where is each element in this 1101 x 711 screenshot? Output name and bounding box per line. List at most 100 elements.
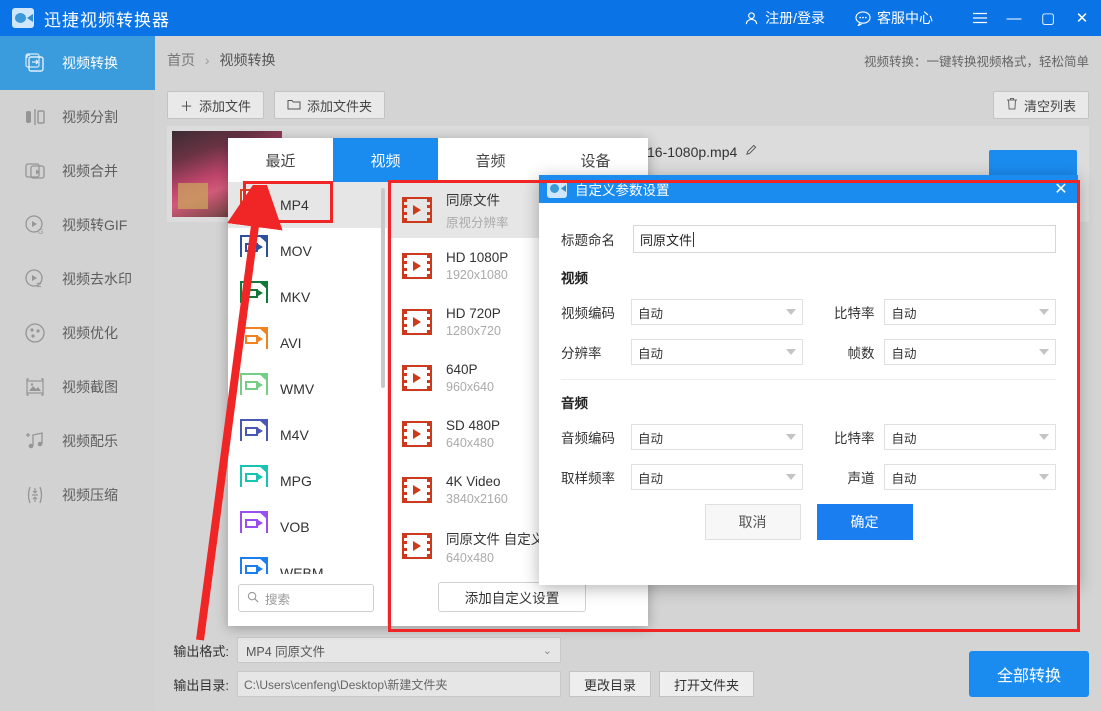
add-folder-button[interactable]: 添加文件夹 (274, 91, 386, 119)
title-name-row: 标题命名 同原文件 (561, 225, 1056, 253)
sidebar-item-label: 视频配乐 (62, 433, 118, 449)
video-bitrate-select[interactable]: 自动 (884, 299, 1056, 325)
format-item-mov[interactable]: MOV MOV (228, 228, 387, 274)
sidebar-item-video-screenshot[interactable]: 视频截图 (0, 360, 155, 414)
sidebar-item-video-split[interactable]: 视频分割 (0, 90, 155, 144)
chevron-down-icon (1039, 309, 1049, 315)
film-icon (402, 197, 432, 223)
sidebar-item-video-convert[interactable]: 视频转换 (0, 36, 155, 90)
breadcrumb-separator: › (204, 52, 210, 68)
samplerate-value: 自动 (638, 471, 664, 486)
title-bar: 迅捷视频转换器 注册/登录 客服中心 — ▢ ✕ (0, 0, 1101, 36)
sidebar-item-remove-watermark[interactable]: 视频去水印 (0, 252, 155, 306)
title-name-input[interactable]: 同原文件 (633, 225, 1056, 253)
chevron-down-icon (1039, 434, 1049, 440)
search-icon (247, 591, 259, 606)
wmv-file-icon: WMV (240, 373, 268, 405)
format-item-mkv[interactable]: MKV MKV (228, 274, 387, 320)
dialog-title: 自定义参数设置 (575, 183, 670, 198)
format-label: MKV (280, 289, 311, 305)
audio-section-title: 音频 (561, 396, 588, 411)
format-list-scrollbar[interactable] (381, 188, 385, 388)
clear-list-button[interactable]: 清空列表 (992, 91, 1089, 119)
plus-icon: ＋ (180, 98, 194, 114)
title-name-label: 标题命名 (561, 233, 615, 248)
audio-bitrate-select[interactable]: 自动 (884, 424, 1056, 450)
audio-row-1: 音频编码 自动 比特率 自动 (561, 424, 1056, 450)
confirm-button[interactable]: 确定 (816, 504, 913, 540)
convert-all-button[interactable]: 全部转换 (969, 651, 1089, 697)
maximize-button[interactable]: ▢ (1031, 0, 1065, 36)
tab-recent[interactable]: 最近 (228, 138, 333, 182)
change-dir-button[interactable]: 更改目录 (569, 671, 652, 697)
film-icon (402, 309, 432, 335)
sidebar-item-label: 视频分割 (62, 109, 118, 125)
sidebar-item-video-merge[interactable]: 视频合并 (0, 144, 155, 198)
sidebar-item-label: 视频截图 (62, 379, 118, 395)
close-icon[interactable]: ✕ (1044, 175, 1078, 203)
breadcrumb-home[interactable]: 首页 (167, 52, 195, 68)
sidebar-item-label: 视频优化 (62, 325, 118, 341)
add-file-button[interactable]: ＋ 添加文件 (167, 91, 265, 119)
resolution-select[interactable]: 自动 (631, 339, 803, 365)
add-custom-setting-button[interactable]: 添加自定义设置 (438, 582, 586, 612)
avi-file-icon: AVI (240, 327, 268, 359)
format-item-webm[interactable]: WEBM (228, 550, 387, 574)
output-dir-input[interactable]: C:\Users\cenfeng\Desktop\新建文件夹 (237, 671, 561, 697)
resolution-title: 同原文件 自定义 (446, 531, 545, 547)
format-item-mp4[interactable]: MP4 MP4 (228, 182, 387, 228)
output-format-select[interactable]: MP4 同原文件 ⌄ (237, 637, 561, 663)
file-convert-button[interactable] (989, 150, 1077, 176)
sidebar-item-video-compress[interactable]: 视频压缩 (0, 468, 155, 522)
menu-icon[interactable] (963, 0, 997, 36)
login-label: 注册/登录 (765, 10, 825, 26)
login-button[interactable]: 注册/登录 (744, 8, 825, 28)
format-item-mpg[interactable]: MPG MPG (228, 458, 387, 504)
audio-codec-select[interactable]: 自动 (631, 424, 803, 450)
sidebar-item-label: 视频去水印 (62, 271, 132, 287)
open-folder-button[interactable]: 打开文件夹 (659, 671, 755, 697)
video-music-icon (22, 428, 48, 454)
remove-watermark-icon (22, 266, 48, 292)
video-row-1: 视频编码 自动 比特率 自动 (561, 299, 1056, 325)
app-title: 迅捷视频转换器 (44, 10, 170, 30)
app-logo-icon (12, 8, 34, 28)
sidebar: 视频转换 视频分割 视频合并 G 视频转GIF 视频去水印 视频优化 视频截图 … (0, 36, 155, 711)
sidebar-item-video-to-gif[interactable]: G 视频转GIF (0, 198, 155, 252)
format-item-wmv[interactable]: WMV WMV (228, 366, 387, 412)
close-button[interactable]: ✕ (1065, 0, 1099, 36)
svg-text:G: G (38, 229, 43, 236)
chevron-down-icon: ⌄ (542, 644, 552, 657)
toolbar: ＋ 添加文件 添加文件夹 清空列表 (155, 84, 1101, 126)
sidebar-item-video-optimize[interactable]: 视频优化 (0, 306, 155, 360)
minimize-button[interactable]: — (997, 0, 1031, 36)
video-optimize-icon (22, 320, 48, 346)
framerate-value: 自动 (891, 346, 917, 361)
video-codec-select[interactable]: 自动 (631, 299, 803, 325)
format-item-vob[interactable]: VOB VOB (228, 504, 387, 550)
tab-audio[interactable]: 音频 (438, 138, 543, 182)
film-icon (402, 477, 432, 503)
channel-label: 声道 (847, 471, 875, 486)
cancel-button[interactable]: 取消 (704, 504, 801, 540)
chevron-down-icon (1039, 349, 1049, 355)
format-item-m4v[interactable]: M4V M4V (228, 412, 387, 458)
format-item-avi[interactable]: AVI AVI (228, 320, 387, 366)
video-compress-icon (22, 482, 48, 508)
sidebar-item-video-music[interactable]: 视频配乐 (0, 414, 155, 468)
tab-video[interactable]: 视频 (333, 138, 438, 182)
channel-select[interactable]: 自动 (884, 464, 1056, 490)
person-icon (744, 11, 759, 26)
bottom-bar: 输出格式: MP4 同原文件 ⌄ 输出目录: C:\Users\cenfeng\… (155, 633, 1101, 711)
framerate-select[interactable]: 自动 (884, 339, 1056, 365)
custom-parameter-dialog: 自定义参数设置 ✕ 标题命名 同原文件 视频 视频编码 自动 比特率 自动 分辨… (539, 175, 1078, 585)
breadcrumb-bar: 首页 › 视频转换 视频转换：一键转换视频格式，轻松简单 (155, 36, 1101, 84)
webm-file-icon (240, 557, 268, 574)
audio-codec-label: 音频编码 (561, 431, 615, 446)
samplerate-select[interactable]: 自动 (631, 464, 803, 490)
support-button[interactable]: 客服中心 (855, 8, 933, 28)
resolution-title: 640P (446, 362, 478, 377)
pencil-icon[interactable] (745, 144, 758, 160)
search-input[interactable]: 搜索 (238, 584, 374, 612)
sidebar-item-label: 视频合并 (62, 163, 118, 179)
